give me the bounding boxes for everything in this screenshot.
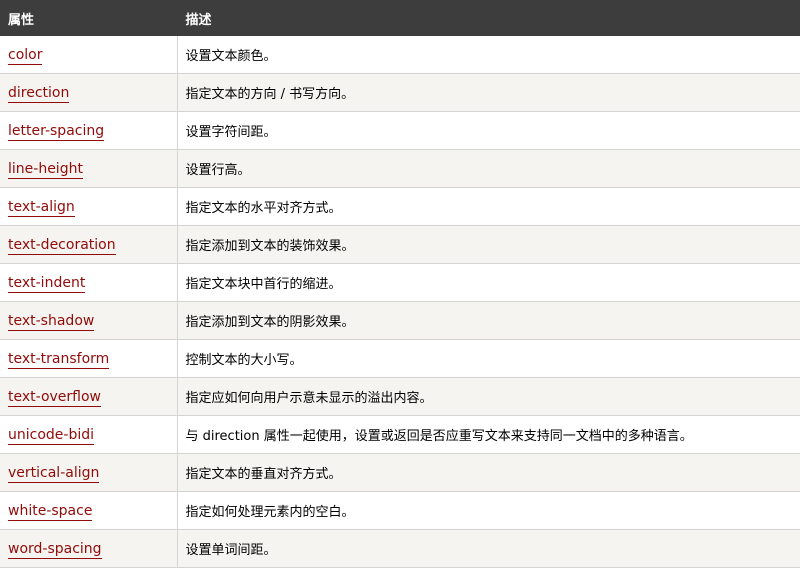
property-link-letter-spacing[interactable]: letter-spacing: [8, 122, 105, 141]
table-row: white-space 指定如何处理元素内的空白。: [0, 491, 800, 530]
table-row: word-spacing 设置单词间距。: [0, 529, 800, 568]
property-link-line-height[interactable]: line-height: [8, 160, 83, 179]
css-text-properties-table: 属性 描述 color 设置文本颜色。 direction 指定文本的方向 / …: [0, 0, 800, 568]
property-link-white-space[interactable]: white-space: [8, 502, 93, 521]
description-cell: 指定添加到文本的阴影效果。: [176, 301, 800, 340]
property-link-vertical-align[interactable]: vertical-align: [8, 464, 100, 483]
description-cell: 指定文本的水平对齐方式。: [176, 187, 800, 226]
property-cell: text-shadow: [0, 301, 177, 340]
table-row: vertical-align 指定文本的垂直对齐方式。: [0, 453, 800, 492]
property-link-text-indent[interactable]: text-indent: [8, 274, 86, 293]
header-description: 描述: [177, 0, 800, 36]
property-link-unicode-bidi[interactable]: unicode-bidi: [8, 426, 95, 445]
description-cell: 指定添加到文本的装饰效果。: [176, 225, 800, 264]
property-link-text-transform[interactable]: text-transform: [8, 350, 110, 369]
description-cell: 设置单词间距。: [176, 529, 800, 568]
table-row: text-transform 控制文本的大小写。: [0, 339, 800, 378]
property-cell: line-height: [0, 149, 177, 188]
property-cell: white-space: [0, 491, 177, 530]
description-cell: 指定如何处理元素内的空白。: [176, 491, 800, 530]
description-cell: 指定文本的垂直对齐方式。: [176, 453, 800, 492]
property-link-direction[interactable]: direction: [8, 84, 70, 103]
property-cell: text-transform: [0, 339, 177, 378]
table-body: color 设置文本颜色。 direction 指定文本的方向 / 书写方向。 …: [0, 36, 800, 568]
description-cell: 设置文本颜色。: [176, 36, 800, 74]
table-row: text-overflow 指定应如何向用户示意未显示的溢出内容。: [0, 377, 800, 416]
property-cell: vertical-align: [0, 453, 177, 492]
property-cell: text-indent: [0, 263, 177, 302]
table-row: unicode-bidi 与 direction 属性一起使用，设置或返回是否应…: [0, 415, 800, 454]
table-row: letter-spacing 设置字符间距。: [0, 111, 800, 150]
property-link-text-align[interactable]: text-align: [8, 198, 75, 217]
property-cell: word-spacing: [0, 529, 177, 568]
table-row: color 设置文本颜色。: [0, 36, 800, 74]
table-row: text-decoration 指定添加到文本的装饰效果。: [0, 225, 800, 264]
property-cell: text-align: [0, 187, 177, 226]
property-cell: unicode-bidi: [0, 415, 177, 454]
description-cell: 设置字符间距。: [176, 111, 800, 150]
property-link-text-overflow[interactable]: text-overflow: [8, 388, 101, 407]
description-cell: 设置行高。: [176, 149, 800, 188]
header-row: 属性 描述: [0, 0, 800, 36]
table-header: 属性 描述: [0, 0, 800, 36]
property-link-text-decoration[interactable]: text-decoration: [8, 236, 116, 255]
property-link-text-shadow[interactable]: text-shadow: [8, 312, 95, 331]
property-link-color[interactable]: color: [8, 46, 43, 65]
description-cell: 与 direction 属性一起使用，设置或返回是否应重写文本来支持同一文档中的…: [176, 415, 800, 454]
property-cell: text-overflow: [0, 377, 177, 416]
description-cell: 指定文本块中首行的缩进。: [176, 263, 800, 302]
header-property: 属性: [0, 0, 178, 36]
table-row: text-indent 指定文本块中首行的缩进。: [0, 263, 800, 302]
property-cell: color: [0, 36, 177, 74]
property-link-word-spacing[interactable]: word-spacing: [8, 540, 102, 559]
property-cell: text-decoration: [0, 225, 177, 264]
property-cell: direction: [0, 73, 177, 112]
table-row: text-shadow 指定添加到文本的阴影效果。: [0, 301, 800, 340]
description-cell: 指定文本的方向 / 书写方向。: [176, 73, 800, 112]
table-row: direction 指定文本的方向 / 书写方向。: [0, 73, 800, 112]
description-cell: 指定应如何向用户示意未显示的溢出内容。: [176, 377, 800, 416]
table-row: line-height 设置行高。: [0, 149, 800, 188]
description-cell: 控制文本的大小写。: [176, 339, 800, 378]
table-row: text-align 指定文本的水平对齐方式。: [0, 187, 800, 226]
property-cell: letter-spacing: [0, 111, 177, 150]
